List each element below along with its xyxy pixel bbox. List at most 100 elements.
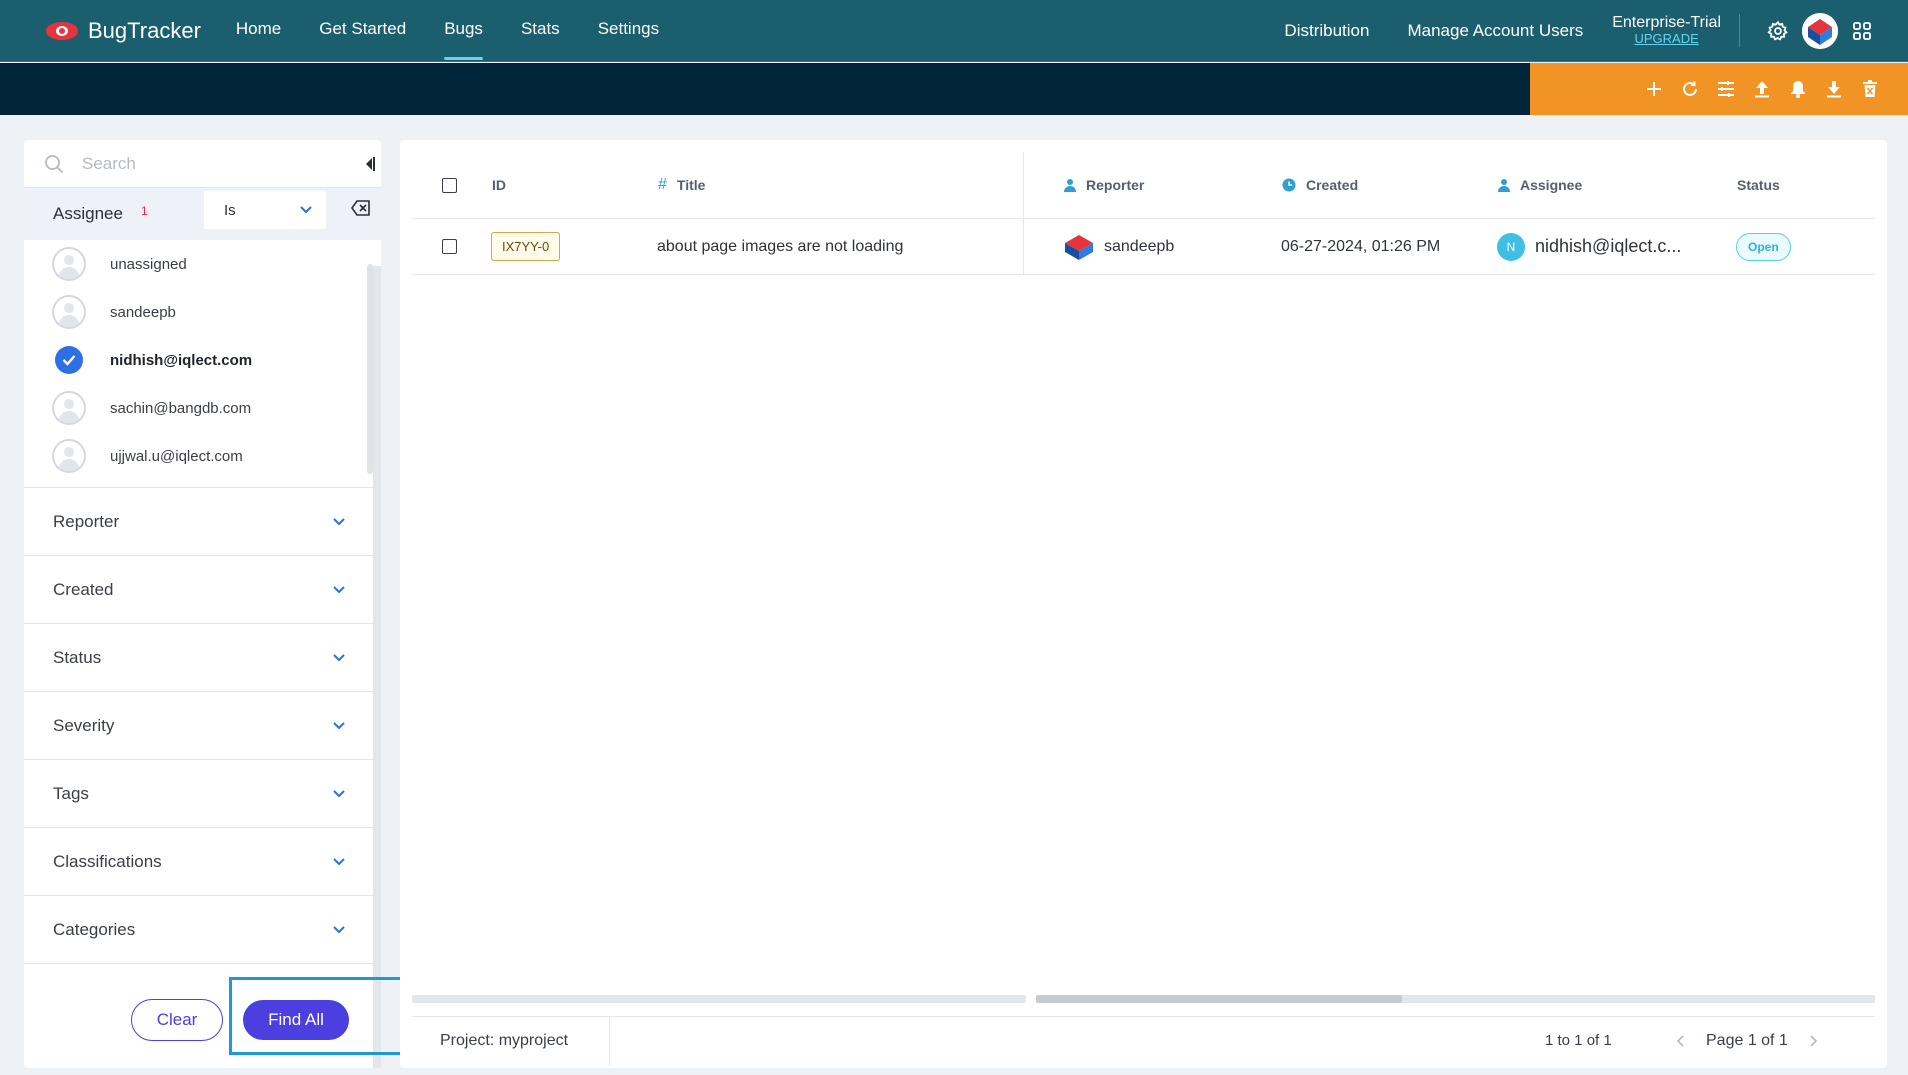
assignee-option-name: unassigned (110, 255, 187, 273)
row-title[interactable]: about page images are not loading (657, 219, 903, 274)
chevron-down-icon (333, 653, 345, 661)
table-row[interactable]: IX7YY-0 about page images are not loadin… (412, 219, 1875, 275)
bugs-table-panel: ID # Title Reporter Created Assignee Sta… (400, 140, 1887, 1068)
reporter-name: sandeepb (1104, 237, 1175, 255)
filter-section-label: Status (53, 647, 102, 667)
panel-scrollbar[interactable] (373, 266, 381, 1068)
table-footer: Project: myproject 1 to 1 of 1 Page 1 of… (412, 1016, 1875, 1065)
nav-distribution[interactable]: Distribution (1265, 21, 1388, 41)
chevron-down-icon (333, 721, 345, 729)
filter-section-status[interactable]: Status (24, 624, 381, 692)
row-range: 1 to 1 of 1 (1545, 1032, 1612, 1049)
assignee-option-name: nidhish@iqlect.com (110, 351, 253, 369)
search-input[interactable] (82, 153, 332, 174)
next-page-icon[interactable] (1804, 1031, 1824, 1051)
sliders-icon[interactable] (1708, 71, 1744, 107)
upload-icon[interactable] (1744, 71, 1780, 107)
table-header: ID # Title Reporter Created Assignee Sta… (412, 152, 1875, 219)
clear-filter-icon[interactable] (351, 200, 371, 216)
assignee-option[interactable]: ujjwal.u@iqlect.com (24, 432, 381, 480)
plus-icon[interactable] (1636, 71, 1672, 107)
filter-section-label: Created (53, 579, 114, 599)
top-navigation: BugTracker Home Get Started Bugs Stats S… (0, 0, 1908, 62)
upgrade-link[interactable]: UPGRADE (1634, 31, 1698, 47)
toolbar-band (0, 63, 1908, 115)
download-icon[interactable] (1816, 71, 1852, 107)
filter-section-tags[interactable]: Tags (24, 760, 381, 828)
refresh-icon[interactable] (1672, 71, 1708, 107)
nav-bugs[interactable]: Bugs (425, 0, 502, 62)
nav-stats[interactable]: Stats (502, 0, 579, 62)
nav-home[interactable]: Home (217, 0, 300, 62)
apps-grid-icon[interactable] (1844, 13, 1880, 49)
settings-gear-icon[interactable] (1760, 13, 1796, 49)
assignee-operator-select[interactable]: Is (204, 191, 326, 229)
header-created[interactable]: Created (1282, 152, 1358, 218)
assignee-option-name: sachin@bangdb.com (110, 399, 252, 417)
filter-search (24, 140, 381, 188)
plan-info: Enterprise-Trial UPGRADE (1602, 13, 1740, 48)
nav-settings[interactable]: Settings (579, 0, 678, 62)
assignee-option[interactable]: unassigned (24, 240, 381, 288)
filter-section-classifications[interactable]: Classifications (24, 828, 381, 896)
filter-section-label: Categories (53, 919, 136, 939)
header-reporter[interactable]: Reporter (1064, 152, 1144, 218)
assignee-option-name: ujjwal.u@iqlect.com (110, 447, 243, 465)
plan-name: Enterprise-Trial (1612, 13, 1721, 31)
bug-id-badge[interactable]: IX7YY-0 (491, 232, 561, 261)
filter-section-label: Classifications (53, 851, 162, 871)
account-avatar[interactable] (1802, 12, 1838, 49)
clear-button[interactable]: Clear (131, 999, 223, 1041)
bell-icon[interactable] (1780, 71, 1816, 107)
assignee-option[interactable]: sachin@bangdb.com (24, 384, 381, 432)
status-badge[interactable]: Open (1736, 232, 1791, 261)
header-status[interactable]: Status (1737, 152, 1780, 218)
select-all-checkbox[interactable] (442, 177, 457, 193)
header-title[interactable]: # Title (658, 152, 705, 218)
person-icon (1064, 179, 1076, 192)
trash-icon[interactable] (1852, 71, 1888, 107)
filter-section-categories[interactable]: Categories (24, 896, 381, 964)
row-reporter: sandeepb (1064, 219, 1174, 274)
filter-section-severity[interactable]: Severity (24, 692, 381, 760)
header-created-label: Created (1306, 177, 1359, 193)
filter-section-reporter[interactable]: Reporter (24, 488, 381, 556)
operator-value: Is (224, 201, 236, 219)
header-reporter-label: Reporter (1086, 177, 1145, 193)
find-all-button[interactable]: Find All (243, 1000, 349, 1040)
header-id[interactable]: ID (492, 152, 506, 218)
collapse-panel-icon[interactable] (365, 156, 375, 172)
assignee-filter-label: Assignee (53, 204, 123, 223)
header-assignee[interactable]: Assignee (1498, 152, 1582, 218)
reporter-avatar-icon (1065, 234, 1093, 260)
filter-actions: Clear Find All (24, 972, 373, 1068)
filter-section-created[interactable]: Created (24, 556, 381, 624)
horizontal-scrollbar-left[interactable] (412, 995, 1026, 1003)
action-toolbar (1530, 63, 1908, 115)
assignee-option-selected[interactable]: nidhish@iqlect.com (24, 336, 381, 384)
header-assignee-label: Assignee (1520, 177, 1583, 193)
hash-icon: # (658, 176, 667, 193)
chevron-down-icon (333, 925, 345, 933)
assignee-option[interactable]: sandeepb (24, 288, 381, 336)
select-all-cell (442, 152, 457, 218)
row-assignee: N nidhish@iqlect.c... (1497, 219, 1681, 274)
row-status-cell: Open (1736, 219, 1791, 274)
nav-get-started[interactable]: Get Started (300, 0, 425, 62)
scrollbar-thumb[interactable] (1036, 995, 1402, 1003)
assignee-filter-header: Assignee 1 Is (24, 188, 381, 240)
clock-icon (1282, 178, 1296, 192)
user-avatar-icon (52, 439, 86, 473)
brand[interactable]: BugTracker (46, 18, 201, 44)
page-indicator: Page 1 of 1 (1706, 1031, 1788, 1049)
prev-page-icon[interactable] (1670, 1031, 1690, 1051)
row-checkbox[interactable] (442, 239, 457, 254)
nav-manage-account-users[interactable]: Manage Account Users (1388, 21, 1602, 41)
user-avatar-icon (52, 295, 86, 329)
filter-section-label: Tags (53, 783, 89, 803)
assignee-name: nidhish@iqlect.c... (1535, 236, 1682, 256)
horizontal-scrollbar-right[interactable] (1036, 995, 1875, 1003)
row-created: 06-27-2024, 01:26 PM (1281, 237, 1441, 255)
chevron-down-icon (333, 789, 345, 797)
search-icon (45, 154, 64, 173)
